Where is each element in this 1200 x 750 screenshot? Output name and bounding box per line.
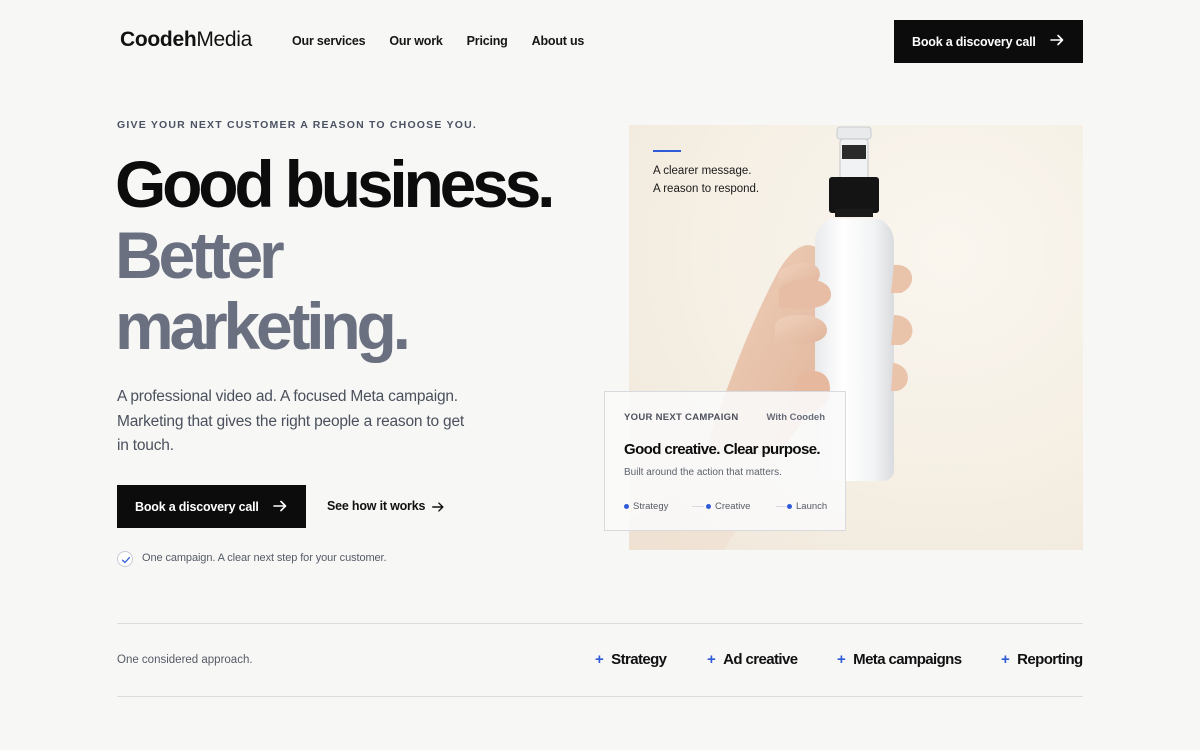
nav-pricing[interactable]: Pricing bbox=[467, 34, 508, 48]
hero-headline-line-2: Better bbox=[115, 218, 285, 292]
arrow-right-icon bbox=[1050, 34, 1064, 46]
see-how-it-works-label: See how it works bbox=[327, 499, 426, 513]
hero-headline-line-1: Good business. bbox=[115, 147, 555, 221]
step-launch: Launch bbox=[787, 501, 827, 512]
campaign-card-title: Good creative. Clear purpose. bbox=[624, 441, 821, 458]
feature-label: Ad creative bbox=[723, 651, 798, 668]
image-caption-line-1: A clearer message. bbox=[653, 165, 752, 177]
approach-text: One considered approach. bbox=[117, 654, 253, 666]
header-book-call-label: Book a discovery call bbox=[912, 34, 1036, 49]
accent-line bbox=[653, 150, 681, 152]
step-connector bbox=[776, 506, 787, 507]
hero-headline-line-3: marketing. bbox=[115, 289, 411, 363]
plus-icon: + bbox=[595, 651, 604, 668]
nav-about-us[interactable]: About us bbox=[532, 34, 585, 48]
hero-book-call-button[interactable]: Book a discovery call bbox=[117, 485, 306, 528]
divider-bottom bbox=[117, 696, 1083, 697]
image-caption: A clearer message. A reason to respond. bbox=[653, 163, 759, 198]
check-circle-icon bbox=[117, 551, 133, 567]
plus-icon: + bbox=[837, 651, 846, 668]
campaign-card-subtitle: Built around the action that matters. bbox=[624, 467, 782, 478]
feature-ad-creative: + Ad creative bbox=[707, 651, 798, 668]
image-caption-line-2: A reason to respond. bbox=[653, 182, 760, 195]
plus-icon: + bbox=[1001, 651, 1010, 668]
nav-our-work[interactable]: Our work bbox=[389, 34, 442, 48]
nav-our-services[interactable]: Our services bbox=[292, 34, 366, 48]
feature-reporting: + Reporting bbox=[1001, 651, 1083, 668]
brand-logo[interactable]: CoodehMedia bbox=[120, 28, 252, 52]
main-nav: Our services Our work Pricing About us bbox=[292, 34, 608, 48]
hero-book-call-label: Book a discovery call bbox=[135, 499, 259, 514]
campaign-card-with: With Coodeh bbox=[766, 412, 825, 423]
feature-label: Strategy bbox=[611, 651, 667, 668]
feature-label: Meta campaigns bbox=[853, 651, 962, 668]
arrow-right-icon bbox=[432, 502, 444, 512]
feature-label: Reporting bbox=[1017, 651, 1083, 668]
logo-wordmark-bold: Coodeh bbox=[120, 28, 197, 51]
feature-strategy: + Strategy bbox=[595, 651, 667, 668]
hero-lede: A professional video ad. A focused Meta … bbox=[117, 388, 464, 454]
campaign-card-kicker: YOUR NEXT CAMPAIGN bbox=[624, 412, 739, 423]
check-note: One campaign. A clear next step for your… bbox=[142, 552, 387, 564]
hero-eyebrow: GIVE YOUR NEXT CUSTOMER A REASON TO CHOO… bbox=[117, 119, 477, 131]
campaign-steps: Strategy Creative Launch bbox=[624, 501, 828, 513]
feature-meta-campaigns: + Meta campaigns bbox=[837, 651, 962, 668]
arrow-right-icon bbox=[273, 500, 287, 512]
step-creative: Creative bbox=[706, 501, 750, 512]
step-strategy: Strategy bbox=[624, 501, 668, 512]
divider-top bbox=[117, 623, 1083, 624]
campaign-card: YOUR NEXT CAMPAIGN With Coodeh Good crea… bbox=[604, 391, 846, 531]
logo-wordmark-light: Media bbox=[196, 28, 253, 51]
see-how-it-works-link[interactable]: See how it works bbox=[327, 499, 444, 513]
plus-icon: + bbox=[707, 651, 716, 668]
header-book-call-button[interactable]: Book a discovery call bbox=[894, 20, 1083, 63]
step-connector bbox=[692, 506, 704, 507]
